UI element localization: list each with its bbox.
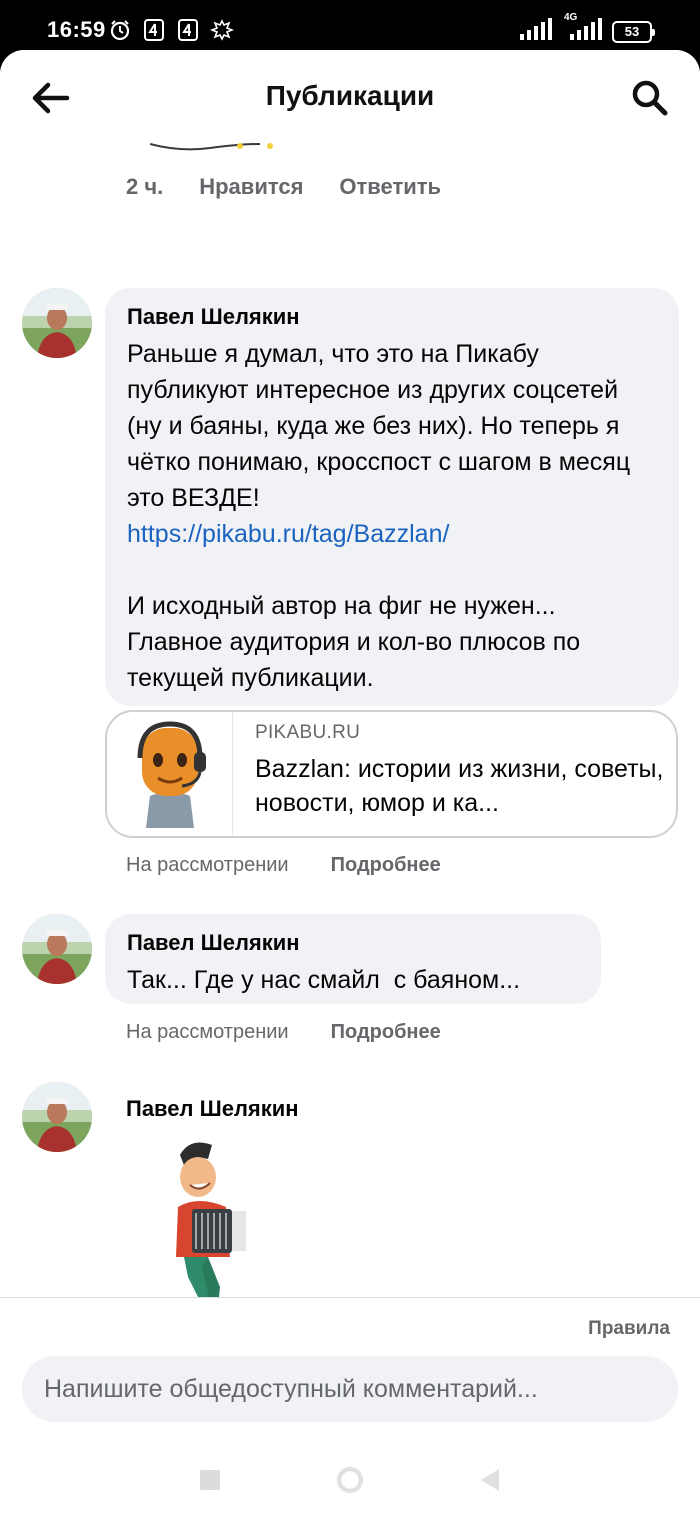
battery-icon: 53 <box>612 20 655 43</box>
sim-4-icon <box>176 18 200 42</box>
accordion-player-sticker[interactable] <box>150 1137 270 1297</box>
more-info-button[interactable]: Подробнее <box>331 854 441 877</box>
square-icon <box>200 1469 220 1490</box>
emblem-icon <box>210 18 234 42</box>
partial-image <box>150 143 273 151</box>
comment-text: Так... Где у нас смайл с баяном... <box>127 966 521 994</box>
comment-link[interactable]: https://pikabu.ru/tag/Bazzlan/ <box>127 520 449 548</box>
alarm-icon <box>108 18 132 42</box>
moderation-status: На рассмотрении <box>126 1021 289 1043</box>
recents-button[interactable] <box>195 1465 225 1495</box>
search-icon <box>632 80 668 116</box>
link-preview-card[interactable]: PIKABU.RU Bazzlan: истории из жизни, сов… <box>105 710 678 838</box>
rules-link[interactable]: Правила <box>588 1318 670 1340</box>
signal-icon <box>520 18 552 45</box>
header: Публикации <box>0 50 700 142</box>
battery-level: 53 <box>624 24 640 39</box>
avatar[interactable] <box>22 288 92 358</box>
reply-button[interactable]: Ответить <box>339 174 441 200</box>
status-time: 16:59 <box>47 17 106 42</box>
comment-bubble[interactable]: Павел Шелякин Раньше я думал, что это на… <box>105 288 679 706</box>
comment-time: 2 ч. <box>126 174 164 199</box>
avatar[interactable] <box>22 1082 92 1152</box>
previous-comment-actions: 2 ч. Нравится Ответить <box>126 174 477 200</box>
link-thumbnail <box>107 712 233 836</box>
circle-icon <box>336 1466 364 1493</box>
comment-text: Раньше я думал, что это на Пикабу публик… <box>127 336 657 696</box>
status-notification-icons <box>108 18 234 42</box>
system-nav-bar <box>0 1442 700 1517</box>
comment-status-row: На рассмотрении Подробнее <box>126 1021 441 1044</box>
link-title: Bazzlan: истории из жизни, советы, новос… <box>255 755 664 817</box>
page-title: Публикации <box>265 80 435 111</box>
comment-input[interactable]: Напишите общедоступный комментарий... <box>22 1356 678 1422</box>
comments-sheet: Публикации 2 ч. Нравится Ответить Павел … <box>0 50 700 1517</box>
comment-author[interactable]: Павел Шелякин <box>126 1096 299 1122</box>
search-button[interactable] <box>626 74 674 122</box>
comment-bubble[interactable]: Павел Шелякин Так... Где у нас смайл с б… <box>105 914 601 1004</box>
comment-status-row: На рассмотрении Подробнее <box>126 854 441 877</box>
comment-author[interactable]: Павел Шелякин <box>127 930 579 956</box>
link-domain: PIKABU.RU <box>255 722 361 743</box>
more-info-button[interactable]: Подробнее <box>331 1021 441 1044</box>
sim-4-icon <box>142 18 166 42</box>
comment-text-part: Раньше я думал, что это на Пикабу публик… <box>127 340 638 512</box>
network-type: 4G <box>564 12 578 23</box>
signal-4g-icon: 4G <box>562 12 602 45</box>
back-nav-button[interactable] <box>475 1465 505 1495</box>
avatar[interactable] <box>22 914 92 984</box>
pikabu-mascot-icon <box>137 721 206 828</box>
comment-text-part: И исходный автор на фиг не нужен... Глав… <box>127 592 588 692</box>
moderation-status: На рассмотрении <box>126 854 289 876</box>
comments-list[interactable]: 2 ч. Нравится Ответить Павел Шелякин Ран… <box>0 142 700 1297</box>
home-button[interactable] <box>335 1465 365 1495</box>
status-system-icons: 4G 53 <box>520 12 655 45</box>
comment-author[interactable]: Павел Шелякин <box>127 304 657 330</box>
triangle-back-icon <box>481 1468 499 1491</box>
like-button[interactable]: Нравится <box>199 174 303 200</box>
